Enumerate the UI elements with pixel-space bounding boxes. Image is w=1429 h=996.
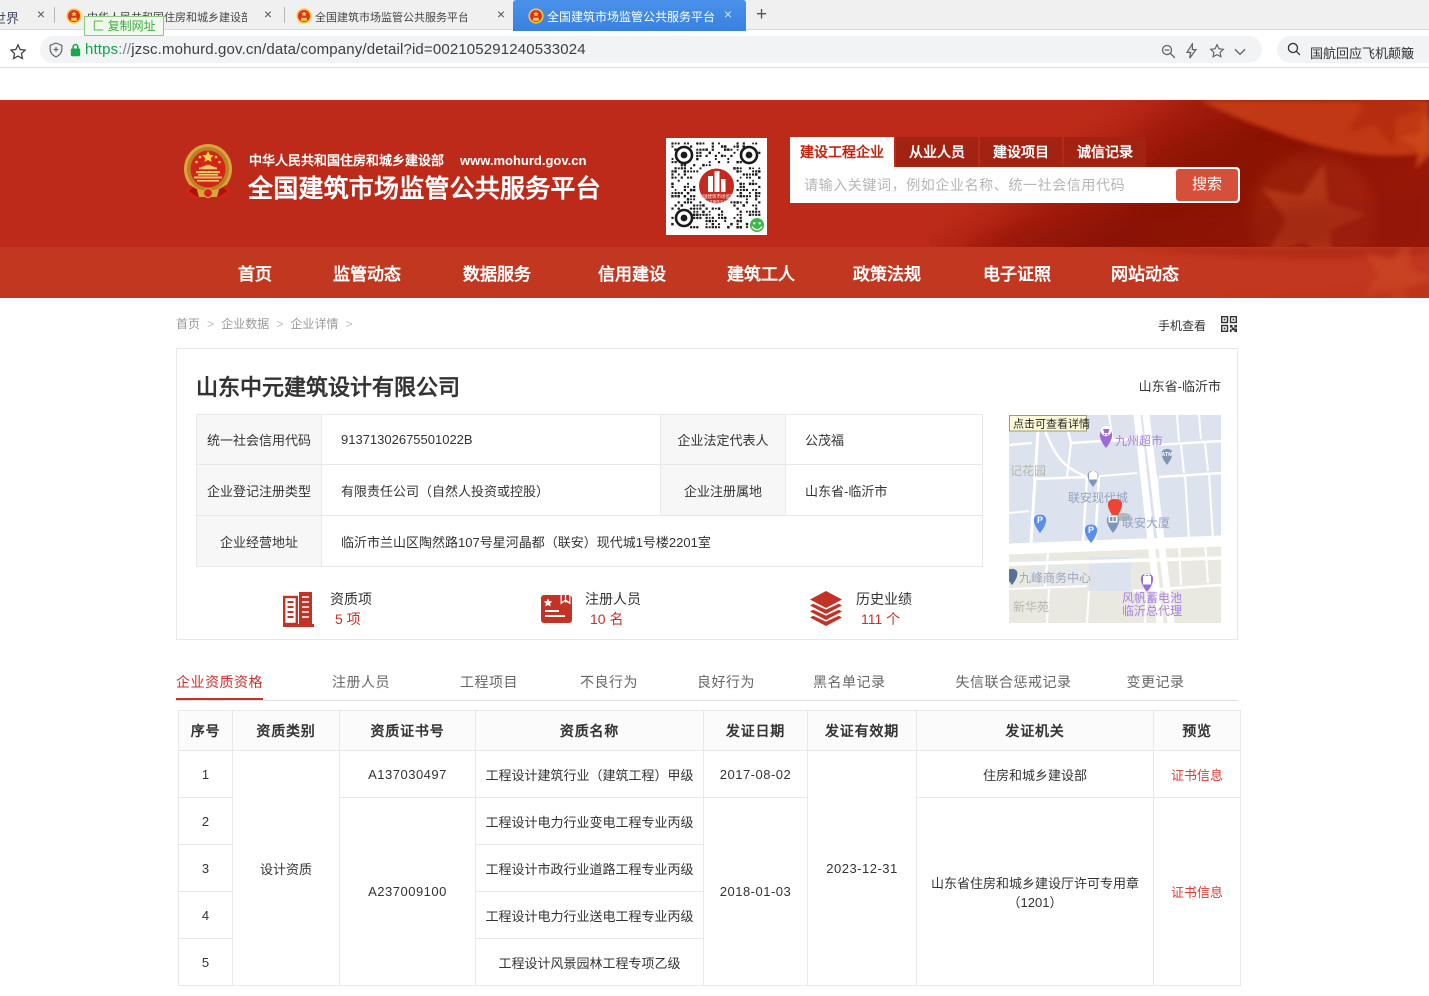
svg-text:九州超市: 九州超市 bbox=[1115, 433, 1163, 448]
svg-text:新华苑: 新华苑 bbox=[1013, 599, 1049, 614]
svg-text:九峰商务中心: 九峰商务中心 bbox=[1019, 570, 1091, 585]
svg-text:临沂总代理: 临沂总代理 bbox=[1122, 604, 1182, 618]
svg-text:ATM: ATM bbox=[1161, 452, 1173, 458]
svg-text:全国建筑市场监管: 全国建筑市场监管 bbox=[699, 193, 735, 200]
svg-text:公共服务平台: 公共服务平台 bbox=[706, 199, 727, 204]
svg-text:P: P bbox=[1037, 515, 1043, 525]
svg-text:风帆蓄电池: 风帆蓄电池 bbox=[1122, 590, 1182, 605]
svg-text:联安大厦: 联安大厦 bbox=[1122, 515, 1170, 530]
svg-text:点击可查看详情: 点击可查看详情 bbox=[1013, 417, 1090, 431]
svg-text:P: P bbox=[1088, 525, 1094, 535]
svg-text:记花园: 记花园 bbox=[1010, 463, 1046, 478]
